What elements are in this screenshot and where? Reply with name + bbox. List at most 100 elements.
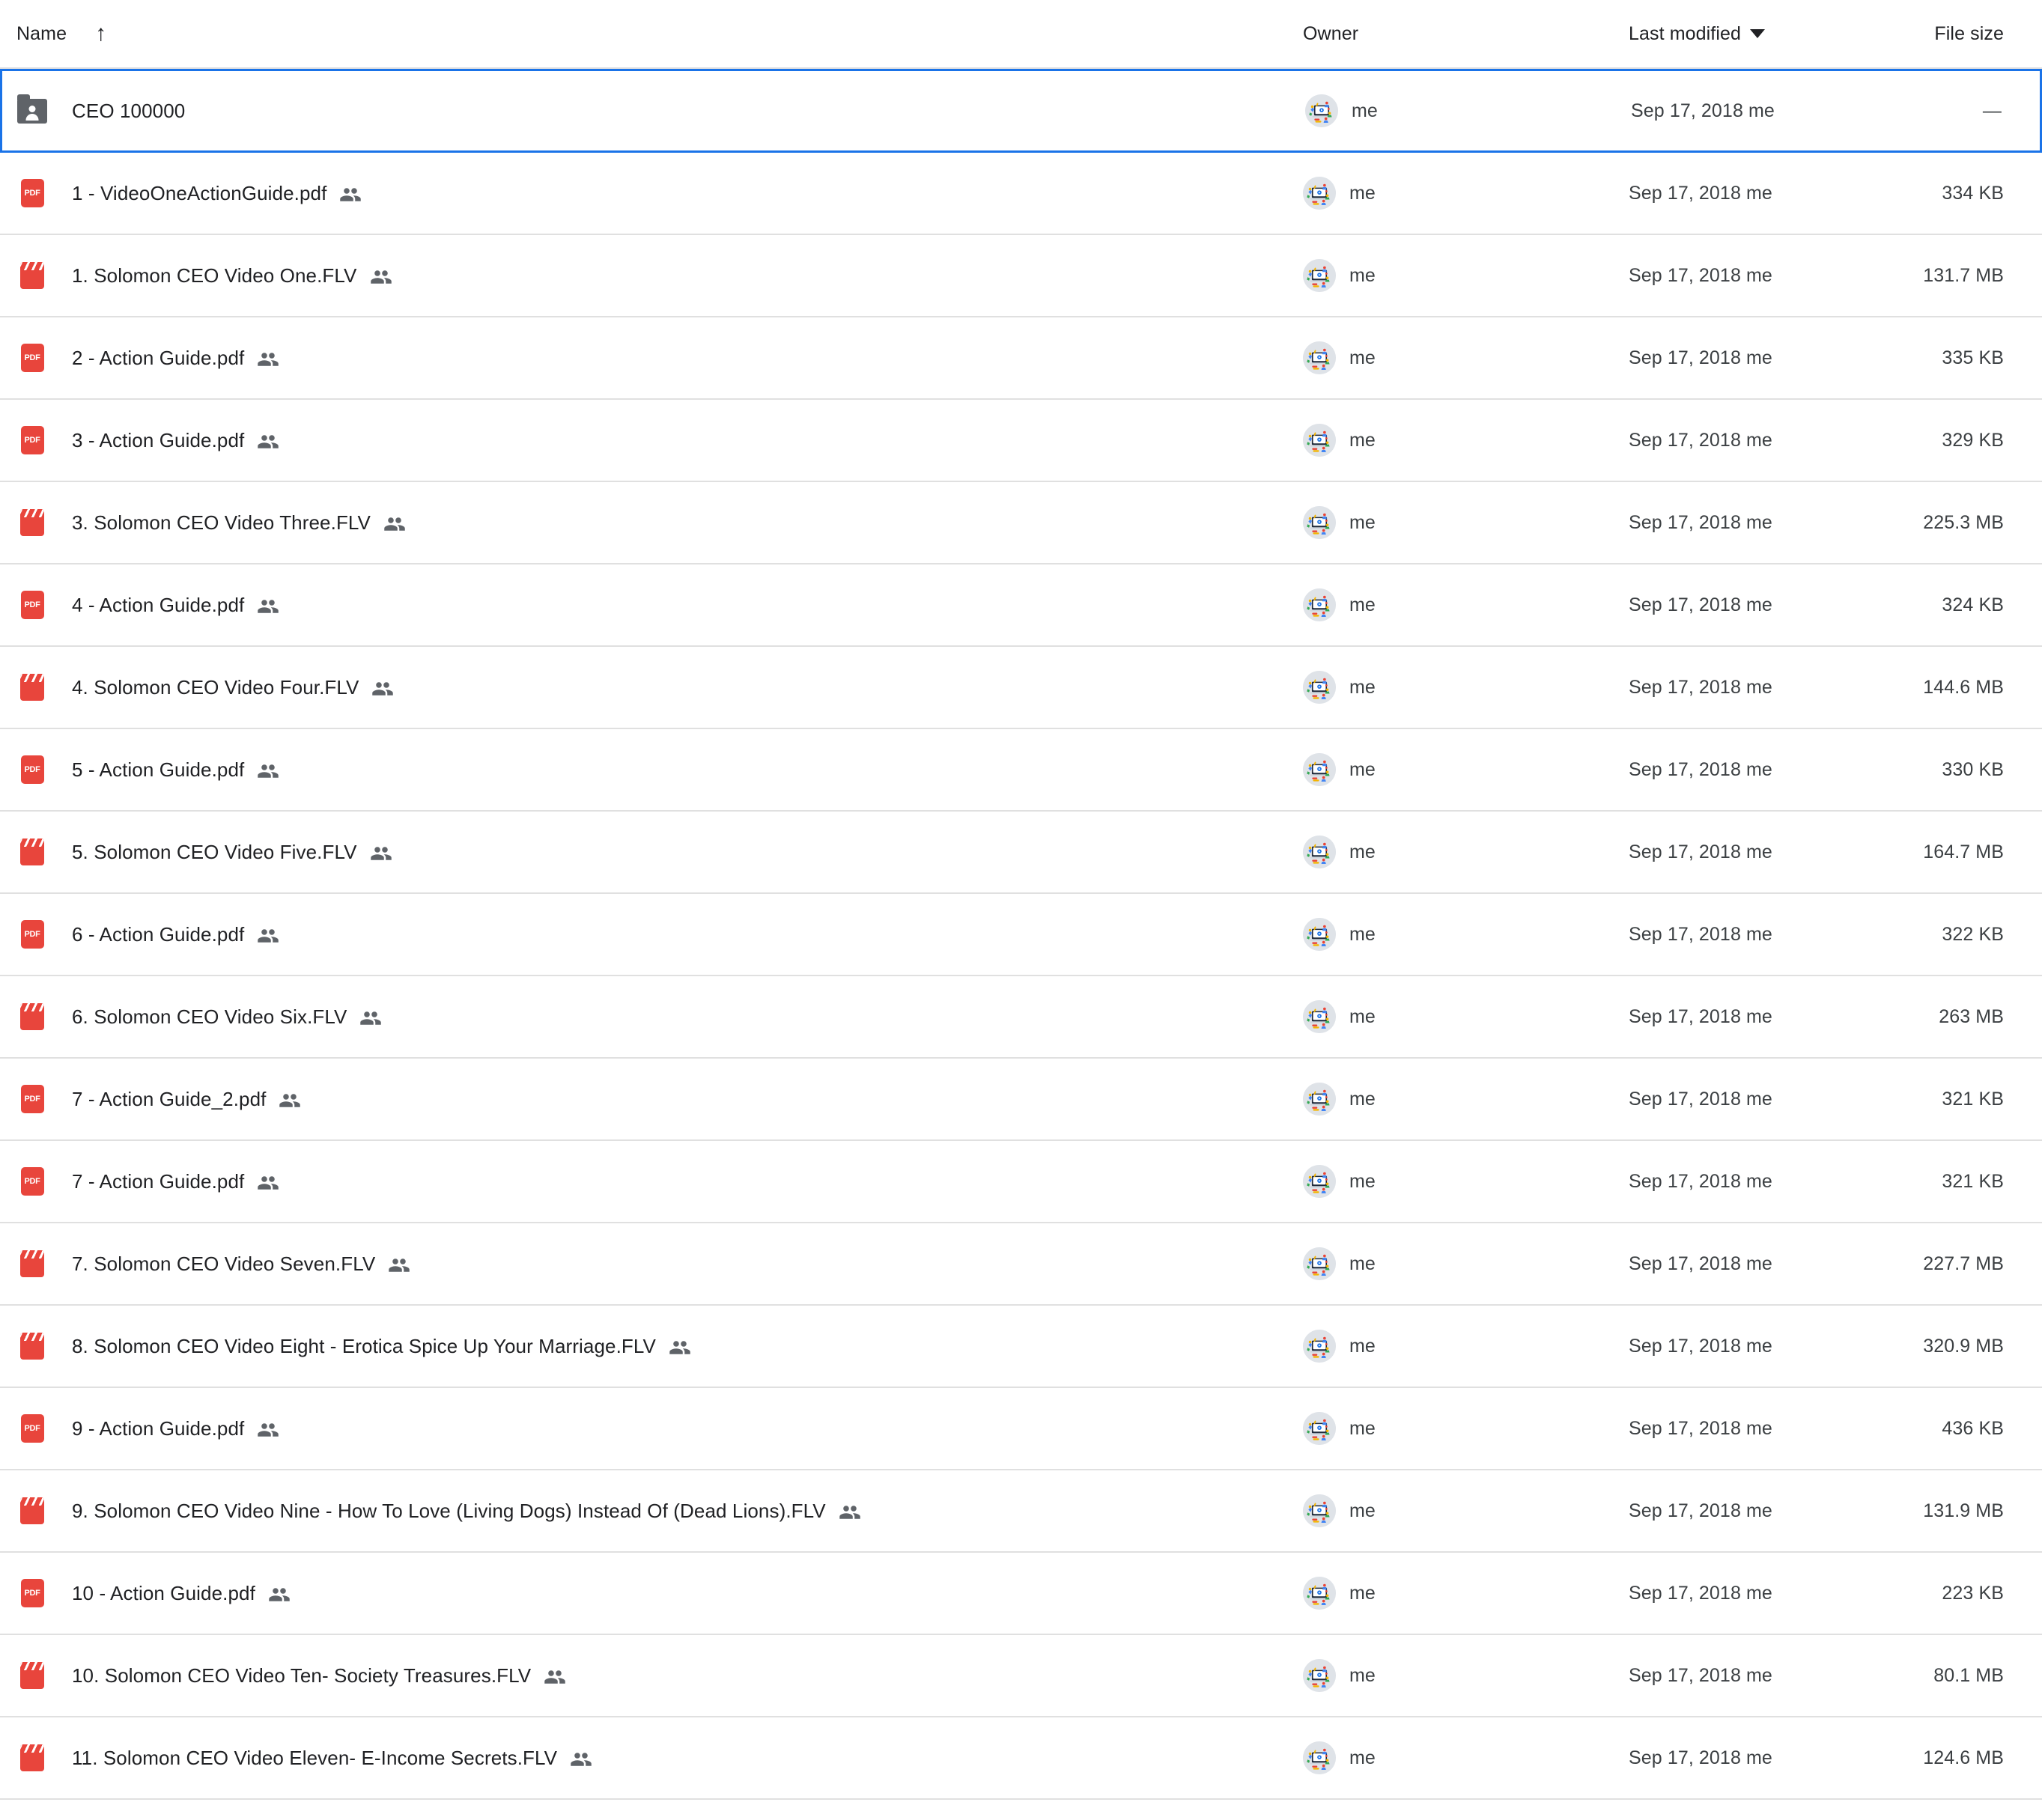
table-row[interactable]: PDF 3 - Action Guide.pdf me Sep 17, 2018 me… [0,400,2042,482]
column-header-size-label: File size [1934,22,2004,44]
table-row[interactable]: PDF 7 - Action Guide_2.pdf me Sep 17, 2018 … [0,1059,2042,1141]
cell-file-size: 334 KB [1913,183,2042,204]
caret-down-icon[interactable] [1750,29,1765,38]
cell-name[interactable]: PDF 3 - Action Guide.pdf [0,424,1303,456]
cell-name[interactable]: PDF 7 - Action Guide.pdf [0,1166,1303,1197]
table-row[interactable]: PDF12 - Action Guide.pdfmeSep 17, 2018 m… [0,1800,2042,1820]
file-size-label: 322 KB [1942,923,2004,945]
pdf-icon: PDF [16,177,48,209]
table-row[interactable]: PDF 7 - Action Guide.pdf me Sep 17, 2018 me… [0,1141,2042,1223]
cell-name[interactable]: PDF 7 - Action Guide_2.pdf [0,1083,1303,1115]
table-row[interactable]: 11. Solomon CEO Video Eleven- E-Income S… [0,1717,2042,1800]
avatar [1303,1577,1336,1610]
file-size-label: — [1982,100,2002,121]
cell-last-modified: Sep 17, 2018 me [1629,512,1913,534]
cell-name[interactable]: 4. Solomon CEO Video Four.FLV [0,672,1303,703]
pdf-icon: PDF [16,342,48,374]
table-row[interactable]: CEO 100000 me Sep 17, 2018 me — [0,69,2042,153]
cell-owner: me [1303,836,1629,868]
cell-name[interactable]: CEO 100000 [2,94,1305,127]
column-header-size[interactable]: File size [1913,23,2042,45]
cell-owner: me [1303,753,1629,786]
pdf-icon: PDF [16,754,48,785]
table-row[interactable]: PDF 6 - Action Guide.pdf me Sep 17, 2018 me… [0,894,2042,976]
table-row[interactable]: PDF 10 - Action Guide.pdf me Sep 17, 2018 m… [0,1553,2042,1635]
file-size-label: 329 KB [1942,429,2004,451]
last-modified-label: Sep 17, 2018 me [1629,1582,1772,1604]
file-size-label: 335 KB [1942,347,2004,368]
file-size-label: 144.6 MB [1923,676,2004,698]
file-size-label: 131.7 MB [1923,264,2004,286]
cell-name[interactable]: 11. Solomon CEO Video Eleven- E-Income S… [0,1742,1303,1774]
pdf-icon: PDF [16,424,48,456]
owner-label: me [1349,1582,1376,1604]
table-row[interactable]: 10. Solomon CEO Video Ten- Society Treas… [0,1635,2042,1717]
pdf-icon: PDF [16,1166,48,1197]
cell-name[interactable]: PDF 9 - Action Guide.pdf [0,1413,1303,1444]
cell-owner: me [1303,918,1629,951]
cell-file-size: 321 KB [1913,1089,2042,1110]
cell-last-modified: Sep 17, 2018 me [1629,1171,1913,1193]
cell-name[interactable]: 9. Solomon CEO Video Nine - How To Love … [0,1495,1303,1527]
file-size-label: 223 KB [1942,1582,2004,1604]
cell-name[interactable]: 8. Solomon CEO Video Eight - Erotica Spi… [0,1330,1303,1362]
table-row[interactable]: PDF 4 - Action Guide.pdf me Sep 17, 2018 me… [0,564,2042,647]
column-header-modified[interactable]: Last modified [1629,23,1913,45]
avatar [1303,588,1336,621]
last-modified-label: Sep 17, 2018 me [1629,1335,1772,1357]
cell-name[interactable]: 5. Solomon CEO Video Five.FLV [0,836,1303,868]
shared-people-icon [544,1666,566,1688]
table-row[interactable]: PDF 1 - VideoOneActionGuide.pdf me Sep 17, … [0,153,2042,235]
cell-name[interactable]: 6. Solomon CEO Video Six.FLV [0,1001,1303,1032]
column-header-name[interactable]: Name ↑ [0,22,1303,45]
table-row[interactable]: PDF 2 - Action Guide.pdf me Sep 17, 2018 me… [0,317,2042,400]
cell-last-modified: Sep 17, 2018 me [1629,265,1913,287]
file-size-label: 164.7 MB [1923,841,2004,862]
cell-name[interactable]: PDF 5 - Action Guide.pdf [0,754,1303,785]
file-size-label: 436 KB [1942,1417,2004,1439]
cell-name[interactable]: PDF 4 - Action Guide.pdf [0,589,1303,621]
cell-name[interactable]: PDF 6 - Action Guide.pdf [0,919,1303,950]
column-header-owner[interactable]: Owner [1303,23,1629,45]
cell-file-size: 131.9 MB [1913,1500,2042,1522]
file-rows: CEO 100000 me Sep 17, 2018 me — PDF 1 - Video… [0,69,2042,1820]
cell-name[interactable]: 3. Solomon CEO Video Three.FLV [0,507,1303,538]
table-row[interactable]: 5. Solomon CEO Video Five.FLV me Sep 17, 2… [0,812,2042,894]
file-name-label: 3 - Action Guide.pdf [72,428,245,451]
shared-people-icon [570,1748,592,1771]
owner-label: me [1349,1747,1376,1768]
cell-last-modified: Sep 17, 2018 me [1629,1418,1913,1440]
table-row[interactable]: 6. Solomon CEO Video Six.FLV me Sep 17, 20… [0,976,2042,1059]
table-row[interactable]: PDF 5 - Action Guide.pdf me Sep 17, 2018 me… [0,729,2042,812]
cell-owner: me [1303,671,1629,704]
arrow-up-icon[interactable]: ↑ [95,22,106,45]
owner-label: me [1349,511,1376,533]
cell-name[interactable]: 10. Solomon CEO Video Ten- Society Treas… [0,1660,1303,1691]
table-row[interactable]: 1. Solomon CEO Video One.FLV me Sep 17, 20… [0,235,2042,317]
table-header: Name ↑ Owner Last modified File size [0,0,2042,67]
cell-name[interactable]: PDF 10 - Action Guide.pdf [0,1577,1303,1609]
shared-people-icon [257,925,279,947]
cell-file-size: 436 KB [1913,1418,2042,1440]
file-size-label: 324 KB [1942,594,2004,615]
cell-last-modified: Sep 17, 2018 me [1629,183,1913,204]
cell-file-size: 320.9 MB [1913,1336,2042,1357]
cell-name[interactable]: 1. Solomon CEO Video One.FLV [0,260,1303,291]
cell-name[interactable]: PDF 1 - VideoOneActionGuide.pdf [0,177,1303,209]
avatar [1303,177,1336,210]
cell-name[interactable]: 7. Solomon CEO Video Seven.FLV [0,1248,1303,1279]
owner-label: me [1349,1500,1376,1521]
cell-name[interactable]: PDF 2 - Action Guide.pdf [0,342,1303,374]
table-row[interactable]: 9. Solomon CEO Video Nine - How To Love … [0,1470,2042,1553]
table-row[interactable]: PDF 9 - Action Guide.pdf me Sep 17, 2018 me… [0,1388,2042,1470]
cell-owner: me [1303,1000,1629,1033]
cell-file-size: 263 MB [1913,1006,2042,1028]
table-row[interactable]: 7. Solomon CEO Video Seven.FLV me Sep 17, … [0,1223,2042,1306]
file-size-label: 263 MB [1939,1005,2004,1027]
last-modified-label: Sep 17, 2018 me [1629,1747,1772,1768]
table-row[interactable]: 4. Solomon CEO Video Four.FLV me Sep 17, 2… [0,647,2042,729]
last-modified-label: Sep 17, 2018 me [1629,594,1772,615]
table-row[interactable]: 8. Solomon CEO Video Eight - Erotica Spi… [0,1306,2042,1388]
table-row[interactable]: 3. Solomon CEO Video Three.FLV me Sep 17, … [0,482,2042,564]
shared-people-icon [388,1254,410,1276]
